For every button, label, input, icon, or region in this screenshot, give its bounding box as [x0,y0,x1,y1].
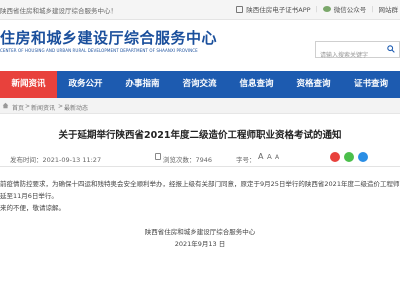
welcome-text: 陕西省住房和城乡建设厅综合服务中心！ [0,7,117,15]
breadcrumb-separator: > [25,103,31,110]
site-subtitle-en: CENTER OF HOUSING AND URBAN RURAL DEVELO… [0,48,198,53]
site-header: 住房和城乡建设厅综合服务中心 CENTER OF HOUSING AND URB… [0,20,400,71]
nav-qualification-query[interactable]: 资格查询 [285,71,342,98]
search-icon[interactable] [387,45,395,53]
signature: 陕西省住房和城乡建设厅综合服务中心 [144,228,256,236]
font-size-label: 字号： [236,156,256,164]
qq-share-icon[interactable] [358,152,368,162]
document-icon [155,153,161,160]
search-box [315,41,400,63]
wechat-icon [322,6,331,12]
site-group-link[interactable]: 网站群 [379,4,399,14]
app-link[interactable]: 陕西住房电子证书APP [236,4,311,14]
paragraph: 来的不便，敬请谅解。 [0,204,65,212]
nav-consult[interactable]: 咨询交流 [171,71,228,98]
view-count: 浏览次数：7946 [163,156,213,164]
breadcrumb-latest[interactable]: 最新动态 [64,103,88,112]
search-input[interactable] [316,48,386,63]
wechat-share-icon[interactable] [344,152,354,162]
wechat-link[interactable]: 微信公众号 [322,4,366,14]
breadcrumb: 首页 > 新闻资讯 > 最新动态 [0,98,400,114]
nav-news[interactable]: 新闻资讯 [0,71,57,98]
top-utility-bar: 陕西省住房和城乡建设厅综合服务中心！ 陕西住房电子证书APP | 微信公众号 |… [0,0,400,20]
weibo-share-icon[interactable] [330,152,340,162]
publish-time: 发布时间：2021-09-13 11:27 [10,156,102,164]
paragraph: 延至11月6日举行。 [0,192,58,200]
top-links: 陕西住房电子证书APP | 微信公众号 | 网站群 [236,4,398,14]
nav-gov-info[interactable]: 政务公开 [57,71,114,98]
home-icon [2,102,9,109]
font-large-button[interactable]: A [258,152,263,161]
site-title[interactable]: 住房和城乡建设厅综合服务中心 [0,27,217,48]
divider [0,166,400,167]
divider: | [371,5,374,13]
nav-certificate-query[interactable]: 证书查询 [342,71,400,98]
nav-service-guide[interactable]: 办事指南 [114,71,171,98]
breadcrumb-home[interactable]: 首页 [12,103,24,112]
article-body: 前疫情防控要求，为确保十四运和残特奥会安全顺利举办，经报上级有关部门同意，原定于… [0,178,400,214]
breadcrumb-separator: > [58,103,64,110]
font-small-button[interactable]: A [275,154,279,161]
divider: | [315,5,318,13]
signature-date: 2021年9月13 日 [174,240,226,248]
breadcrumb-news[interactable]: 新闻资讯 [31,103,55,112]
paragraph: 前疫情防控要求，为确保十四运和残特奥会安全顺利举办，经报上级有关部门同意，原定于… [0,180,400,188]
article-title: 关于延期举行陕西省2021年度二级造价工程师职业资格考试的通知 [58,130,342,141]
main-nav: 新闻资讯 政务公开 办事指南 咨询交流 信息查询 资格查询 证书查询 [0,71,400,98]
phone-icon [236,5,244,13]
nav-info-query[interactable]: 信息查询 [228,71,285,98]
font-medium-button[interactable]: A [267,153,272,161]
